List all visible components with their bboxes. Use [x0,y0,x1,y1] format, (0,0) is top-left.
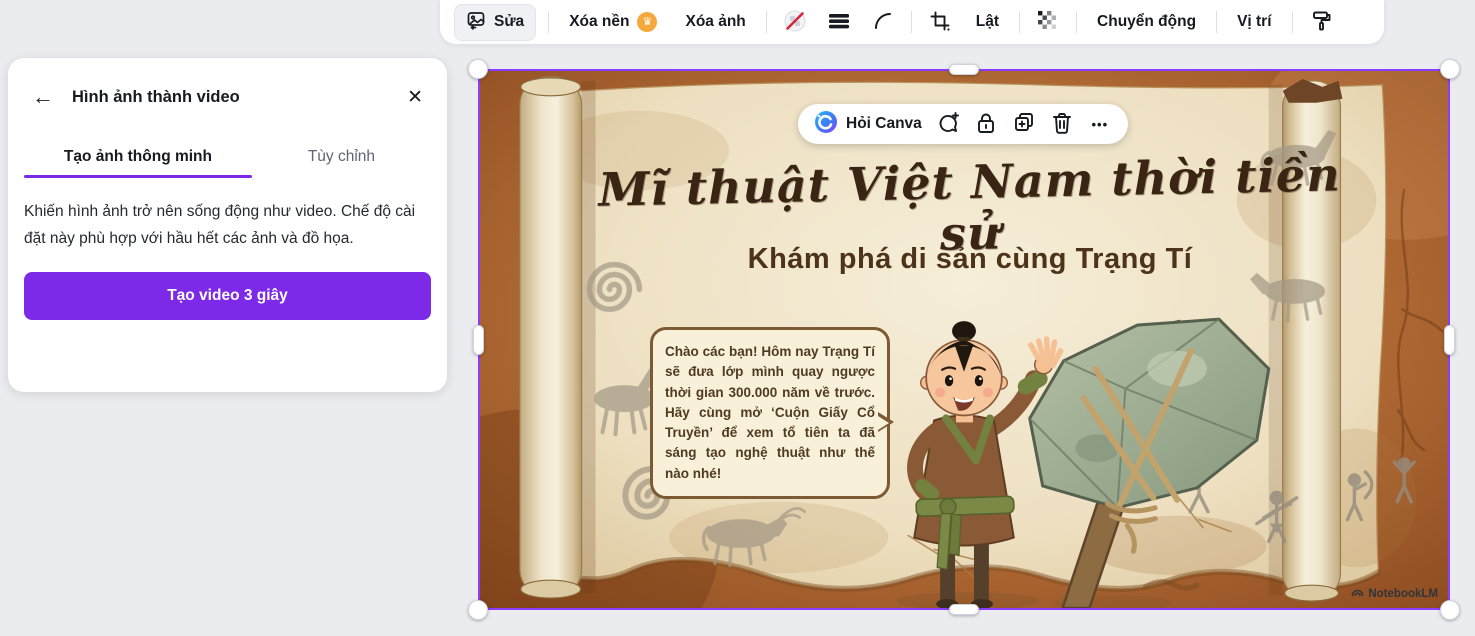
toolbar-divider [911,11,912,33]
panel-description: Khiến hình ảnh trở nên sống động như vid… [8,198,447,252]
delete-button[interactable] [1044,106,1080,142]
delete-image-button[interactable]: Xóa ảnh [677,7,753,37]
resize-handle-top-right[interactable] [1440,59,1460,79]
transparency-icon [1037,10,1059,35]
notebooklm-icon [1351,587,1364,601]
lock-button[interactable] [968,106,1004,142]
resize-handle-right[interactable] [1444,325,1455,355]
corner-rounding-button[interactable] [867,6,899,38]
border-style-icon [828,11,850,34]
delete-image-label: Xóa ảnh [685,13,745,31]
toolbar-divider [766,11,767,33]
ellipsis-icon: ••• [1091,117,1108,132]
lock-icon [975,111,997,138]
panel-tabs: Tạo ảnh thông minh Tùy chỉnh [8,140,447,178]
close-panel-button[interactable]: ✕ [407,88,423,107]
flip-label: Lật [976,13,999,31]
comment-add-icon [936,111,960,138]
ask-canva-button[interactable]: Hỏi Canva [808,106,928,143]
create-video-button[interactable]: Tạo video 3 giây [24,272,431,320]
ask-canva-label: Hỏi Canva [846,115,922,133]
position-label: Vị trí [1237,13,1271,31]
toolbar-divider [1292,11,1293,33]
border-style-button[interactable] [823,6,855,38]
resize-handle-left[interactable] [473,325,484,355]
canvas-page[interactable]: Mĩ thuật Việt Nam thời tiền sử Khám phá … [478,69,1450,610]
resize-handle-bottom-right[interactable] [1440,600,1460,620]
tab-customize[interactable]: Tùy chỉnh [252,140,431,178]
corner-rounding-icon [872,10,894,35]
resize-handle-top[interactable] [949,64,979,75]
duplicate-button[interactable] [1006,106,1042,142]
edit-image-icon [466,10,486,35]
remove-background-label: Xóa nền [569,13,629,31]
copy-style-button[interactable] [1305,6,1337,38]
more-options-button[interactable]: ••• [1082,106,1118,142]
no-filter-button[interactable] [779,6,811,38]
transparency-button[interactable] [1032,6,1064,38]
crop-icon [929,10,951,35]
resize-handle-bottom[interactable] [949,604,979,615]
toolbar-divider [1076,11,1077,33]
artwork-image [480,71,1448,608]
speech-bubble: Chào các bạn! Hôm nay Trạng Tí sẽ đưa lớ… [650,327,890,499]
position-button[interactable]: Vị trí [1229,7,1279,37]
notebooklm-label: NotebookLM [1368,588,1438,600]
toolbar-divider [548,11,549,33]
image-to-video-panel: ← Hình ảnh thành video ✕ Tạo ảnh thông m… [8,58,447,392]
panel-title: Hình ảnh thành video [72,88,407,107]
tab-smart-generate[interactable]: Tạo ảnh thông minh [24,140,252,178]
animate-button[interactable]: Chuyển động [1089,7,1204,37]
edit-image-button[interactable]: Sửa [454,4,536,41]
back-arrow-icon: ← [32,84,54,109]
context-toolbar: Hỏi Canva [798,104,1128,144]
pro-crown-icon: ♛ [637,12,657,32]
paint-roller-icon [1310,10,1332,35]
trash-icon [1051,111,1073,138]
crop-button[interactable] [924,6,956,38]
no-filter-icon [783,9,807,36]
comment-button[interactable] [930,106,966,142]
top-toolbar: Sửa Xóa nền ♛ Xóa ảnh [440,0,1384,44]
animate-label: Chuyển động [1097,13,1196,31]
canva-ai-icon [814,110,838,139]
toolbar-divider [1216,11,1217,33]
back-button[interactable]: ← [32,86,54,108]
duplicate-icon [1012,111,1036,138]
flip-button[interactable]: Lật [968,7,1007,37]
remove-background-button[interactable]: Xóa nền ♛ [561,6,665,38]
toolbar-divider [1019,11,1020,33]
notebooklm-watermark: NotebookLM [1351,587,1438,601]
selected-image[interactable]: Mĩ thuật Việt Nam thời tiền sử Khám phá … [480,71,1448,608]
resize-handle-top-left[interactable] [468,59,488,79]
close-icon: ✕ [407,87,423,108]
resize-handle-bottom-left[interactable] [468,600,488,620]
panel-header: ← Hình ảnh thành video ✕ [8,58,447,108]
speech-bubble-text: Chào các bạn! Hôm nay Trạng Tí sẽ đưa lớ… [665,342,875,484]
edit-image-label: Sửa [494,13,524,31]
